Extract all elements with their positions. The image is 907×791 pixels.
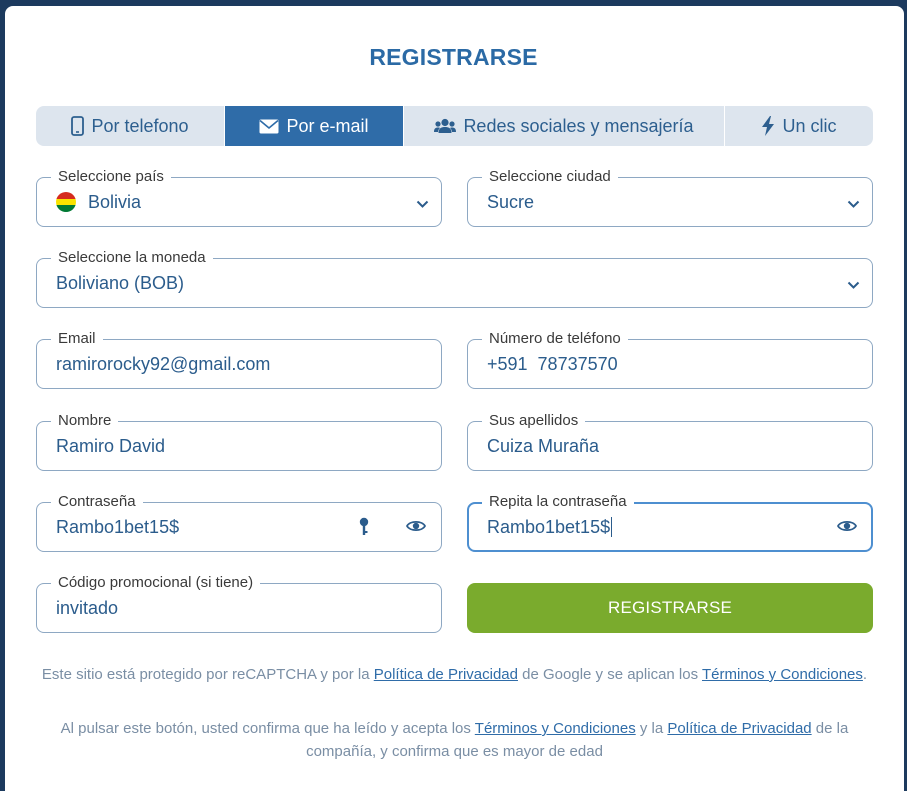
phone-label: Número de teléfono xyxy=(482,329,628,349)
email-field[interactable]: Email ramirorocky92@gmail.com xyxy=(36,329,442,389)
tab-email-label: Por e-mail xyxy=(286,115,369,136)
text-caret xyxy=(611,517,613,537)
password-field[interactable]: Contraseña Rambo1bet15$ xyxy=(36,492,442,552)
email-label: Email xyxy=(51,329,103,349)
phone-icon xyxy=(71,116,85,136)
chevron-down-icon xyxy=(847,277,860,295)
privacy-policy-link[interactable]: Política de Privacidad xyxy=(374,666,518,683)
first-name-label: Nombre xyxy=(51,411,119,431)
tab-email[interactable]: Por e-mail xyxy=(225,106,404,146)
eye-icon[interactable] xyxy=(836,519,858,538)
tab-phone-label: Por telefono xyxy=(91,115,189,136)
email-value: ramirorocky92@gmail.com xyxy=(56,354,271,374)
register-button[interactable]: REGISTRARSE xyxy=(467,583,873,633)
phone-value: +591 78737570 xyxy=(487,354,618,374)
currency-value: Boliviano (BOB) xyxy=(56,273,185,293)
chevron-down-icon xyxy=(847,196,860,214)
tab-social-label: Redes sociales y mensajería xyxy=(463,115,694,136)
last-name-value: Cuiza Muraña xyxy=(487,436,600,456)
promo-code-value: invitado xyxy=(56,598,119,618)
city-value: Sucre xyxy=(487,192,535,212)
phone-field[interactable]: Número de teléfono +591 78737570 xyxy=(467,329,873,389)
tab-social[interactable]: Redes sociales y mensajería xyxy=(404,106,725,146)
tab-phone[interactable]: Por telefono xyxy=(36,106,225,146)
country-value: Bolivia xyxy=(88,192,142,212)
city-select[interactable]: Seleccione ciudad Sucre xyxy=(467,167,873,227)
password-label: Contraseña xyxy=(51,492,143,512)
tab-one-click[interactable]: Un clic xyxy=(725,106,873,146)
currency-label: Seleccione la moneda xyxy=(51,248,213,268)
password-repeat-field[interactable]: Repita la contraseña Rambo1bet15$ xyxy=(467,492,873,552)
first-name-value: Ramiro David xyxy=(56,436,166,456)
country-label: Seleccione país xyxy=(51,167,171,187)
bolivia-flag-icon xyxy=(56,192,76,212)
password-value: Rambo1bet15$ xyxy=(56,517,180,537)
city-label: Seleccione ciudad xyxy=(482,167,618,187)
promo-code-field[interactable]: Código promocional (si tiene) invitado xyxy=(36,573,442,633)
lightning-icon xyxy=(761,116,775,136)
users-icon xyxy=(434,118,457,134)
tab-one-click-label: Un clic xyxy=(782,115,837,136)
key-icon[interactable] xyxy=(359,517,369,542)
last-name-field[interactable]: Sus apellidos Cuiza Muraña xyxy=(467,411,873,471)
envelope-icon xyxy=(259,119,279,134)
currency-select[interactable]: Seleccione la moneda Boliviano (BOB) xyxy=(36,248,873,308)
password-repeat-label: Repita la contraseña xyxy=(482,492,634,512)
consent-note: Al pulsar este botón, usted confirma que… xyxy=(60,720,849,760)
chevron-down-icon xyxy=(416,196,429,214)
promo-code-label: Código promocional (si tiene) xyxy=(51,573,261,593)
privacy-policy-link[interactable]: Política de Privacidad xyxy=(667,720,811,737)
terms-link[interactable]: Términos y Condiciones xyxy=(702,666,863,683)
eye-icon[interactable] xyxy=(405,519,427,538)
first-name-field[interactable]: Nombre Ramiro David xyxy=(36,411,442,471)
password-repeat-value: Rambo1bet15$ xyxy=(487,517,613,537)
country-select[interactable]: Seleccione país Bolivia xyxy=(36,167,442,227)
last-name-label: Sus apellidos xyxy=(482,411,586,431)
registration-tabs: Por telefono Por e-mail Redes sociales y… xyxy=(36,106,873,146)
terms-link[interactable]: Términos y Condiciones xyxy=(475,720,636,737)
page-title: REGISTRARSE xyxy=(369,44,538,70)
recaptcha-note: Este sitio está protegido por reCAPTCHA … xyxy=(41,666,868,683)
